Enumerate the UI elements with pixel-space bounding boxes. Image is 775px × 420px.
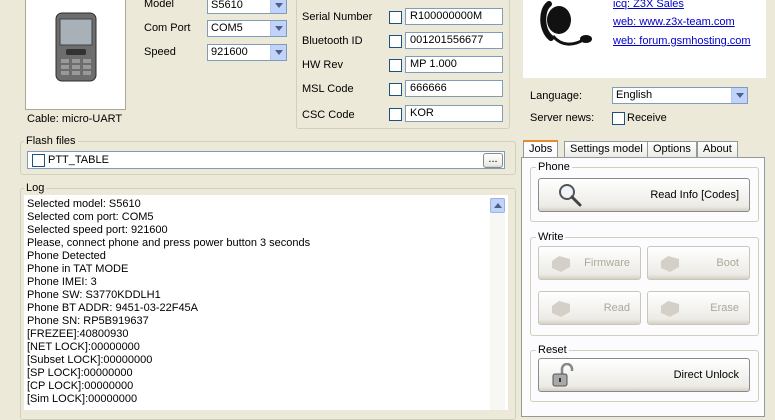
erase-label: Erase xyxy=(710,302,739,314)
csc-checkbox[interactable] xyxy=(389,108,402,121)
server-news-label: Server news: xyxy=(530,112,595,124)
model-value: S5610 xyxy=(211,0,243,11)
log-line: Phone SW: S3770KDDLH1 xyxy=(27,289,161,301)
speed-label: Speed xyxy=(144,46,176,58)
log-title: Log xyxy=(24,182,47,194)
forum-link[interactable]: web: forum.gsmhosting.com xyxy=(613,35,751,47)
tab-about[interactable]: About xyxy=(697,141,738,157)
log-line: Please, connect phone and press power bu… xyxy=(27,237,311,249)
serial-checkbox[interactable] xyxy=(389,11,402,24)
boot-label: Boot xyxy=(716,257,739,269)
reset-group-title: Reset xyxy=(536,344,569,356)
tab-settings-model[interactable]: Settings model xyxy=(564,141,649,157)
hwrev-checkbox[interactable] xyxy=(389,59,402,72)
flash-file-checkbox[interactable] xyxy=(32,154,45,167)
language-select[interactable]: English xyxy=(612,87,748,104)
icq-link[interactable]: icq: Z3X Sales xyxy=(613,0,684,10)
csc-field[interactable]: KOR xyxy=(405,105,503,122)
headset-icon xyxy=(540,1,592,46)
cable-label: Cable: micro-UART xyxy=(27,113,123,125)
receive-label: Receive xyxy=(627,112,667,124)
serial-label: Serial Number xyxy=(302,11,373,23)
comport-label: Com Port xyxy=(144,22,191,34)
serial-field[interactable]: R100000000M xyxy=(405,8,503,25)
bt-field[interactable]: 001201556677 xyxy=(405,32,503,49)
chip-icon xyxy=(661,256,679,272)
log-scrollbar[interactable] xyxy=(490,198,505,410)
log-line: [SP LOCK]:00000000 xyxy=(27,367,133,379)
chevron-down-icon[interactable] xyxy=(270,0,286,13)
chip-icon xyxy=(661,301,679,317)
chip-icon xyxy=(552,256,570,272)
comport-value: COM5 xyxy=(211,22,243,34)
log-line: [Sim LOCK]:00000000 xyxy=(27,393,138,405)
log-area[interactable]: Selected model: S5610 Selected com port: … xyxy=(24,195,508,410)
language-label: Language: xyxy=(530,90,582,102)
log-line: Phone Detected xyxy=(27,250,106,262)
flash-file-field: PTT_TABLE xyxy=(27,151,505,169)
bt-checkbox[interactable] xyxy=(389,35,402,48)
web-link[interactable]: web: www.z3x-team.com xyxy=(613,16,735,28)
log-lines: Selected model: S5610 Selected com port: … xyxy=(27,198,310,406)
log-line: Phone SN: RP5B919637 xyxy=(27,315,149,327)
flash-files-title: Flash files xyxy=(24,135,78,147)
direct-unlock-label: Direct Unlock xyxy=(673,369,739,381)
scroll-up-button[interactable] xyxy=(490,198,505,213)
firmware-button[interactable]: Firmware xyxy=(538,246,641,280)
chevron-down-icon[interactable] xyxy=(731,88,747,103)
log-line: Selected com port: COM5 xyxy=(27,211,154,223)
chip-icon xyxy=(552,301,570,317)
log-line: Selected speed port: 921600 xyxy=(27,224,168,236)
erase-button[interactable]: Erase xyxy=(647,291,750,325)
magnifier-icon xyxy=(559,184,582,207)
hwrev-field[interactable]: MP 1.000 xyxy=(405,56,503,73)
read-info-label: Read Info [Codes] xyxy=(650,189,739,201)
speed-select[interactable]: 921600 xyxy=(207,44,287,61)
language-value: English xyxy=(616,89,653,101)
log-line: Selected model: S5610 xyxy=(27,198,141,210)
hwrev-label: HW Rev xyxy=(302,59,343,71)
msl-checkbox[interactable] xyxy=(389,83,402,96)
msl-field[interactable]: 666666 xyxy=(405,80,503,97)
read-info-button[interactable]: Read Info [Codes] xyxy=(538,178,750,212)
tab-jobs[interactable]: Jobs xyxy=(523,140,559,158)
comport-select[interactable]: COM5 xyxy=(207,20,287,37)
log-line: [Subset LOCK]:00000000 xyxy=(27,354,153,366)
log-line: [FREZEE]:40800930 xyxy=(27,328,129,340)
bt-label: Bluetooth ID xyxy=(302,35,363,47)
write-group-title: Write xyxy=(536,231,566,243)
chevron-up-icon xyxy=(494,203,502,208)
phone-image-panel xyxy=(25,0,126,110)
read-label: Read xyxy=(603,302,630,314)
padlock-open-icon xyxy=(552,363,574,387)
imei-redaction xyxy=(142,275,202,287)
log-line: [CP LOCK]:00000000 xyxy=(27,380,134,392)
flash-file-name: PTT_TABLE xyxy=(48,154,109,166)
firmware-label: Firmware xyxy=(584,257,630,269)
csc-label: CSC Code xyxy=(302,109,355,121)
tab-options[interactable]: Options xyxy=(647,141,697,157)
browse-button[interactable]: ... xyxy=(483,153,503,168)
direct-unlock-button[interactable]: Direct Unlock xyxy=(538,358,750,392)
phone-icon xyxy=(55,12,97,82)
boot-button[interactable]: Boot xyxy=(647,246,750,280)
log-line: Phone BT ADDR: 9451-03-22F45A xyxy=(27,302,199,314)
read-button[interactable]: Read xyxy=(538,291,641,325)
receive-checkbox[interactable] xyxy=(612,112,625,125)
log-line: [NET LOCK]:00000000 xyxy=(27,341,140,353)
chevron-down-icon[interactable] xyxy=(270,45,286,60)
chevron-down-icon[interactable] xyxy=(270,21,286,36)
phone-group-title: Phone xyxy=(536,161,572,173)
msl-label: MSL Code xyxy=(302,83,354,95)
speed-value: 921600 xyxy=(211,46,248,58)
model-select[interactable]: S5610 xyxy=(207,0,287,14)
model-label: Model xyxy=(144,0,174,10)
